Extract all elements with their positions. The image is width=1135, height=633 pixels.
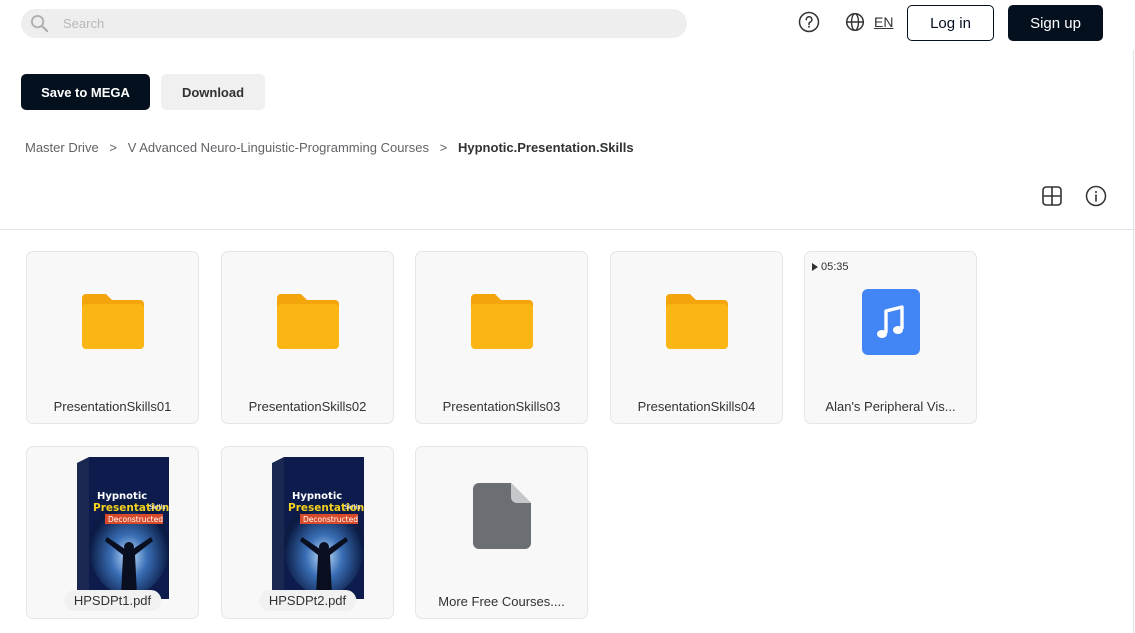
pdf-file-tile[interactable]: Hypnotic Presentation Skills Deconstruct… [221, 446, 394, 619]
grid-view-icon[interactable] [1041, 185, 1063, 207]
cover-title-text: Hypnotic [97, 491, 147, 502]
file-name: PresentationSkills03 [442, 399, 561, 414]
folder-tile[interactable]: PresentationSkills03 [415, 251, 588, 424]
signup-button[interactable]: Sign up [1008, 5, 1103, 41]
cover-title-text: Skills [344, 503, 361, 511]
folder-icon [276, 294, 339, 349]
file-name: PresentationSkills02 [248, 399, 367, 414]
cover-title-text: Hypnotic [292, 491, 342, 502]
generic-file-tile[interactable]: More Free Courses.... [415, 446, 588, 619]
duration-label: 05:35 [821, 261, 849, 273]
search-input[interactable] [63, 9, 663, 38]
save-to-mega-button[interactable]: Save to MEGA [21, 74, 150, 110]
globe-icon[interactable] [845, 12, 865, 32]
breadcrumb-item-master-drive[interactable]: Master Drive [25, 140, 99, 155]
cover-title-text: Deconstructed [303, 515, 358, 524]
breadcrumb: Master Drive > V Advanced Neuro-Linguist… [25, 140, 634, 155]
folder-icon [470, 294, 533, 349]
generic-file-icon [472, 483, 531, 549]
cover-title-text: Deconstructed [108, 515, 163, 524]
divider [0, 229, 1135, 230]
breadcrumb-separator: > [439, 140, 448, 155]
top-bar: EN Log in Sign up [0, 0, 1135, 46]
folder-icon [81, 294, 144, 349]
search-icon [30, 14, 49, 33]
folder-tile[interactable]: PresentationSkills02 [221, 251, 394, 424]
folder-tile[interactable]: PresentationSkills04 [610, 251, 783, 424]
file-name: PresentationSkills01 [53, 399, 172, 414]
book-cover-thumbnail: Hypnotic Presentation Skills Deconstruct… [77, 457, 169, 599]
pdf-file-tile[interactable]: Hypnotic Presentation Skills Deconstruct… [26, 446, 199, 619]
music-file-icon [861, 289, 920, 355]
cover-title-text: Skills [149, 503, 166, 511]
scrollbar[interactable] [1133, 50, 1134, 633]
play-icon [812, 263, 818, 271]
audio-file-tile[interactable]: 05:35 Alan's Peripheral Vis... [804, 251, 977, 424]
book-cover-thumbnail: Hypnotic Presentation Skills Deconstruct… [272, 457, 364, 599]
search-bar[interactable] [21, 9, 687, 38]
info-icon[interactable] [1085, 185, 1107, 207]
folder-tile[interactable]: PresentationSkills01 [26, 251, 199, 424]
file-name: Alan's Peripheral Vis... [825, 399, 956, 414]
login-button[interactable]: Log in [907, 5, 994, 41]
duration-badge: 05:35 [812, 261, 849, 273]
file-name: PresentationSkills04 [637, 399, 756, 414]
breadcrumb-item-nlp-courses[interactable]: V Advanced Neuro-Linguistic-Programming … [128, 140, 429, 155]
file-name: HPSDPt2.pdf [258, 590, 357, 611]
file-name: More Free Courses.... [438, 594, 565, 609]
help-icon[interactable] [798, 11, 820, 33]
file-name: HPSDPt1.pdf [63, 590, 162, 611]
breadcrumb-item-current: Hypnotic.Presentation.Skills [458, 140, 634, 155]
download-button[interactable]: Download [161, 74, 265, 110]
language-selector[interactable]: EN [874, 14, 893, 30]
breadcrumb-separator: > [109, 140, 117, 155]
folder-icon [665, 294, 728, 349]
